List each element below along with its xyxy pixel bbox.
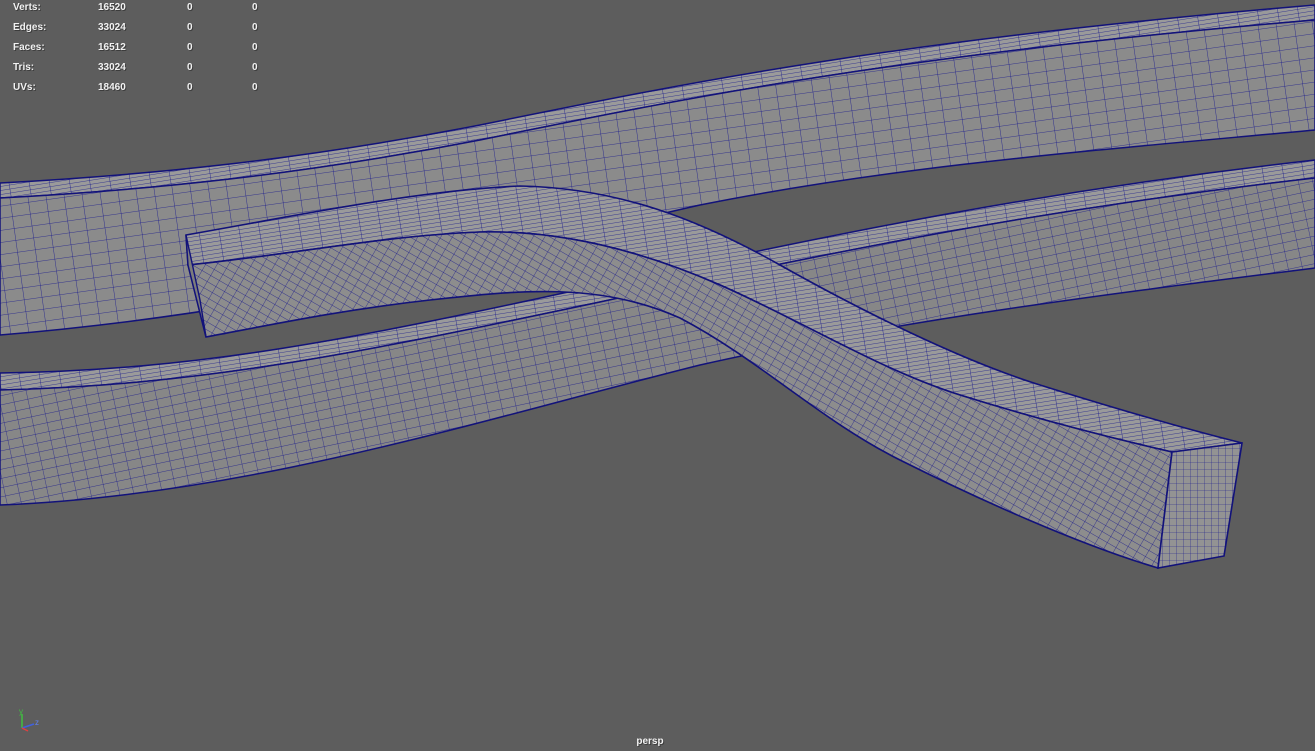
hud-selected: 0 [187, 82, 193, 93]
hud-total: 33024 [98, 22, 126, 33]
hud-label: Verts: [13, 2, 41, 13]
hud-component: 0 [252, 62, 258, 73]
mesh-scene[interactable] [0, 0, 1315, 751]
hud-component: 0 [252, 2, 258, 13]
perspective-viewport[interactable]: Verts: 16520 0 0 Edges: 33024 0 0 Faces:… [0, 0, 1315, 751]
hud-selected: 0 [187, 22, 193, 33]
hud-row-tris: Tris: 33024 0 0 [0, 60, 270, 80]
z-axis-label: z [35, 718, 39, 727]
hud-total: 33024 [98, 62, 126, 73]
y-axis-label: y [19, 707, 23, 716]
hud-component: 0 [252, 42, 258, 53]
hud-row-verts: Verts: 16520 0 0 [0, 0, 270, 20]
hud-row-edges: Edges: 33024 0 0 [0, 20, 270, 40]
camera-name-label: persp [636, 736, 664, 747]
hud-selected: 0 [187, 42, 193, 53]
view-axis-icon: y z [19, 707, 39, 732]
heads-up-display: Verts: 16520 0 0 Edges: 33024 0 0 Faces:… [0, 0, 270, 100]
hud-total: 16520 [98, 2, 126, 13]
hud-component: 0 [252, 82, 258, 93]
hud-label: Faces: [13, 42, 45, 53]
hud-total: 18460 [98, 82, 126, 93]
x-axis-line [21, 727, 29, 732]
hud-component: 0 [252, 22, 258, 33]
hud-selected: 0 [187, 62, 193, 73]
hud-label: Tris: [13, 62, 35, 73]
hud-total: 16512 [98, 42, 126, 53]
hud-label: UVs: [13, 82, 36, 93]
z-axis-line [21, 723, 35, 729]
hud-label: Edges: [13, 22, 47, 33]
hud-row-faces: Faces: 16512 0 0 [0, 40, 270, 60]
hud-row-uvs: UVs: 18460 0 0 [0, 80, 270, 100]
hud-selected: 0 [187, 2, 193, 13]
